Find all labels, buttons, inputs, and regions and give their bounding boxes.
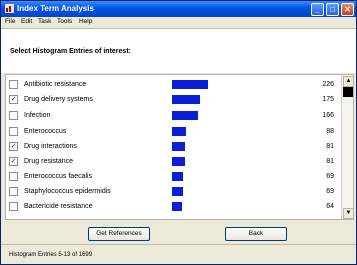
title-bar[interactable]: Index Term Analysis _ □ ✕ — [1, 1, 356, 17]
menu-bar: File Edit Task Tools Help — [1, 17, 356, 29]
histogram-row-antibiotic-resistance[interactable]: Antibiotic resistance 226 — [6, 78, 340, 92]
histogram-bar — [172, 142, 185, 151]
scroll-thumb[interactable] — [343, 87, 353, 97]
get-references-button[interactable]: Get References — [88, 227, 150, 241]
histogram-bar — [172, 172, 183, 181]
maximize-button[interactable]: □ — [326, 3, 339, 16]
histogram-row-drug-delivery-systems[interactable]: ✓ Drug delivery systems 175 — [6, 93, 340, 107]
term-label: Drug interactions — [24, 143, 77, 150]
histogram-row-bactericide-resistance[interactable]: Bactericide resistance 64 — [6, 200, 340, 214]
row-checkbox[interactable]: ✓ — [9, 157, 18, 166]
row-checkbox[interactable] — [9, 127, 18, 136]
term-label: Staphylococcus epidermidis — [24, 188, 111, 195]
row-checkbox[interactable]: ✓ — [9, 142, 18, 151]
close-button[interactable]: ✕ — [341, 3, 354, 16]
term-label: Enterococcus — [24, 128, 67, 135]
back-button[interactable]: Back — [225, 227, 287, 241]
menu-edit[interactable]: Edit — [21, 18, 32, 25]
row-checkbox[interactable] — [9, 172, 18, 181]
term-label: Drug delivery systems — [24, 96, 93, 103]
term-count: 226 — [322, 81, 334, 88]
term-count: 81 — [326, 158, 334, 165]
scroll-up-button[interactable]: ▲ — [343, 76, 353, 87]
status-text: Histogram Entries 5-13 of 1699 — [9, 252, 93, 258]
term-label: Antibiotic resistance — [24, 81, 87, 88]
row-checkbox[interactable] — [9, 202, 18, 211]
term-count: 81 — [326, 143, 334, 150]
vertical-scrollbar[interactable]: ▲ ▼ — [341, 75, 353, 219]
term-label: Drug resistance — [24, 158, 74, 165]
histogram-row-enterococcus[interactable]: Enterococcus 88 — [6, 125, 340, 139]
histogram-bar — [172, 157, 185, 166]
term-count: 69 — [326, 188, 334, 195]
menu-tools[interactable]: Tools — [57, 18, 72, 25]
histogram-row-infection[interactable]: Infection 166 — [6, 109, 340, 123]
app-icon — [5, 4, 14, 13]
histogram-bar — [172, 187, 183, 196]
histogram-row-drug-resistance[interactable]: ✓ Drug resistance 81 — [6, 155, 340, 169]
histogram-bar — [172, 202, 182, 211]
histogram-row-staphylococcus-epidermidis[interactable]: Staphylococcus epidermidis 69 — [6, 185, 340, 199]
term-count: 64 — [326, 203, 334, 210]
menu-task[interactable]: Task — [38, 18, 51, 25]
minimize-button[interactable]: _ — [311, 3, 324, 16]
term-label: Enterococcus faecalis — [24, 173, 93, 180]
window-title: Index Term Analysis — [17, 4, 94, 13]
menu-help[interactable]: Help — [79, 18, 92, 25]
header-panel: Select Histogram Entries of interest: — [1, 29, 356, 73]
status-bar: Histogram Entries 5-13 of 1699 — [1, 244, 356, 264]
term-label: Infection — [24, 112, 51, 119]
histogram-list: Antibiotic resistance 226 ✓ Drug deliver… — [5, 74, 354, 220]
scroll-down-button[interactable]: ▼ — [343, 208, 353, 219]
histogram-row-drug-interactions[interactable]: ✓ Drug interactions 81 — [6, 140, 340, 154]
histogram-bar — [172, 111, 198, 120]
row-checkbox[interactable]: ✓ — [9, 95, 18, 104]
term-label: Bactericide resistance — [24, 203, 93, 210]
term-count: 166 — [322, 112, 334, 119]
menu-file[interactable]: File — [5, 18, 15, 25]
histogram-bar — [172, 95, 200, 104]
histogram-bar — [172, 80, 208, 89]
histogram-bar — [172, 127, 186, 136]
term-count: 175 — [322, 96, 334, 103]
index-term-analysis-window: Index Term Analysis _ □ ✕ File Edit Task… — [0, 0, 357, 265]
term-count: 69 — [326, 173, 334, 180]
row-checkbox[interactable] — [9, 187, 18, 196]
term-count: 88 — [326, 128, 334, 135]
selection-prompt: Select Histogram Entries of interest: — [10, 48, 131, 55]
row-checkbox[interactable] — [9, 80, 18, 89]
row-checkbox[interactable] — [9, 111, 18, 120]
histogram-row-enterococcus-faecalis[interactable]: Enterococcus faecalis 69 — [6, 170, 340, 184]
